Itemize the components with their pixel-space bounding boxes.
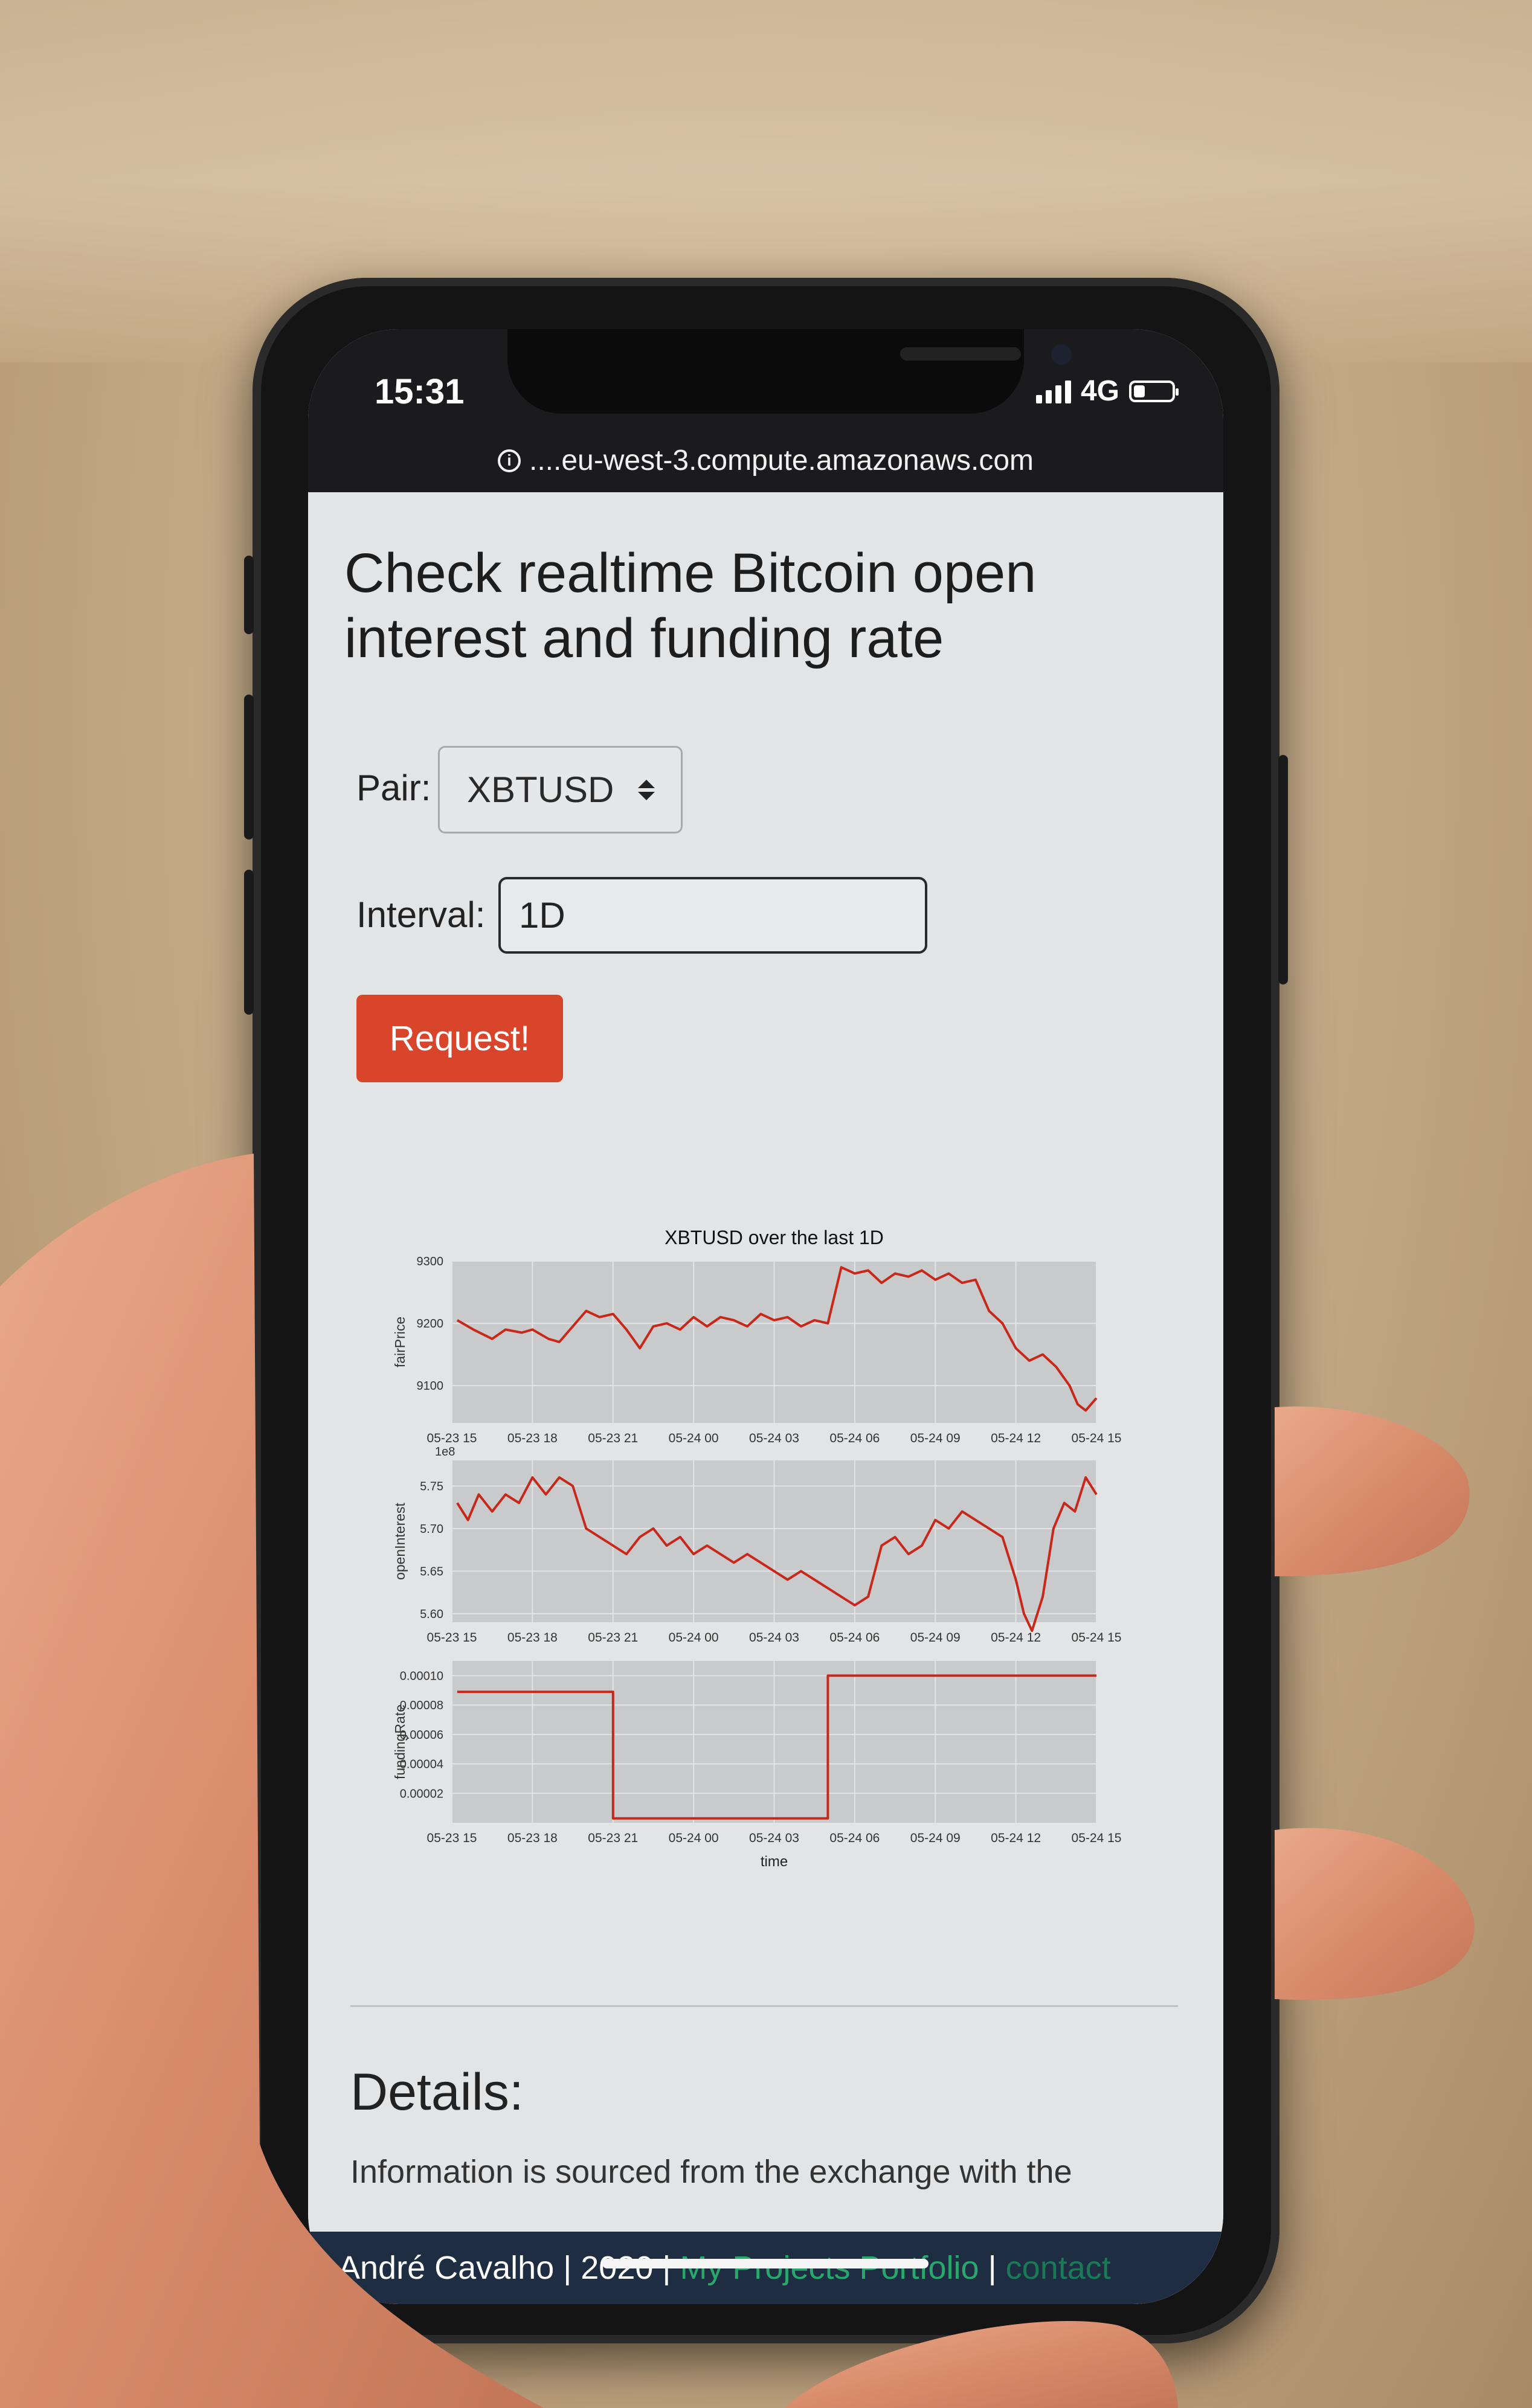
info-icon[interactable]: i: [497, 449, 521, 472]
speaker-grille: [900, 347, 1021, 361]
mute-switch: [244, 556, 254, 634]
battery-level: [1134, 385, 1145, 397]
battery-icon: [1129, 380, 1179, 402]
interval-input[interactable]: [498, 877, 927, 954]
front-camera: [1051, 344, 1072, 365]
pair-select-value: XBTUSD: [467, 769, 614, 810]
status-bar: 15:31 4G i ....eu-west-3.compute.amazona…: [308, 329, 1223, 492]
volume-down-button: [244, 870, 254, 1015]
url-bar[interactable]: i ....eu-west-3.compute.amazonaws.com: [308, 444, 1223, 477]
pair-select[interactable]: XBTUSD: [438, 746, 683, 833]
select-arrows-icon: [638, 779, 655, 800]
status-indicators: 4G: [1035, 374, 1179, 408]
hand: [0, 1154, 1475, 2408]
network-type: 4G: [1080, 375, 1119, 407]
signal-icon: [1035, 379, 1071, 403]
request-button[interactable]: Request!: [356, 995, 563, 1082]
interval-label: Interval:: [356, 894, 486, 935]
url-text: ....eu-west-3.compute.amazonaws.com: [529, 445, 1034, 477]
page-title: Check realtime Bitcoin open interest and…: [344, 542, 1037, 669]
volume-up-button: [244, 695, 254, 840]
status-time: 15:31: [375, 372, 465, 411]
notch: [507, 329, 1072, 414]
pair-label: Pair:: [356, 768, 431, 808]
power-button: [1278, 755, 1288, 984]
